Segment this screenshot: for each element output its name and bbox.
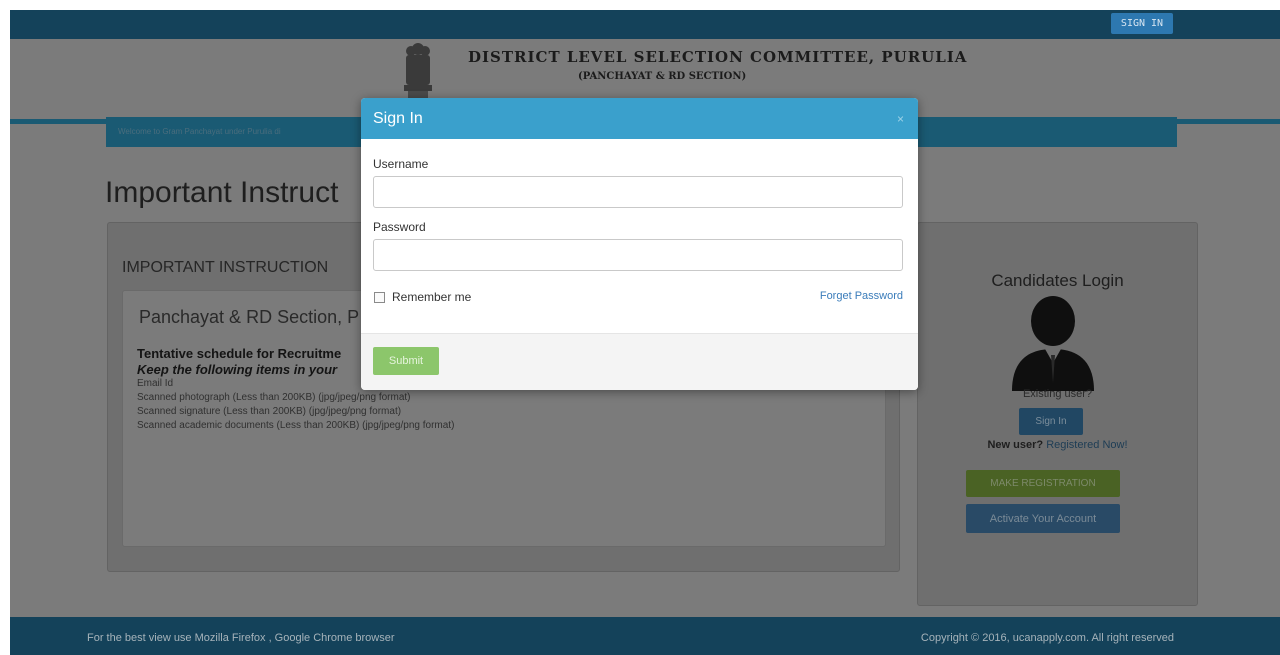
remember-me[interactable]: Remember me xyxy=(374,290,471,304)
top-bar: SIGN IN xyxy=(10,10,1280,39)
modal-header: Sign In × xyxy=(361,98,918,139)
footer: For the best view use Mozilla Firefox , … xyxy=(10,617,1280,655)
header-subtitle: (PANCHAYAT & RD SECTION) xyxy=(578,71,747,82)
candidates-login-title: Candidates Login xyxy=(991,271,1124,290)
instructions-subtitle: Panchayat & RD Section, P xyxy=(139,307,360,327)
password-input[interactable] xyxy=(373,239,903,271)
register-now-link[interactable]: Registered Now! xyxy=(1046,439,1127,451)
close-icon[interactable]: × xyxy=(897,112,904,126)
requirement-item: Scanned academic documents (Less than 20… xyxy=(137,420,455,431)
username-input[interactable] xyxy=(373,176,903,208)
user-avatar-icon xyxy=(1012,296,1094,391)
new-user-label: New user? xyxy=(987,439,1044,451)
remember-checkbox[interactable] xyxy=(374,291,385,303)
requirement-item: Scanned signature (Less than 200KB) (jpg… xyxy=(137,406,402,417)
make-registration-button[interactable]: MAKE REGISTRATION xyxy=(966,470,1120,497)
new-user-line: New user? Registered Now! xyxy=(918,439,1197,451)
password-label: Password xyxy=(373,220,426,234)
footer-browser-note: For the best view use Mozilla Firefox , … xyxy=(87,632,395,644)
signin-modal: Sign In × Username Password Remember me … xyxy=(361,98,918,390)
instructions-heading: IMPORTANT INSTRUCTION xyxy=(122,259,329,276)
modal-title: Sign In xyxy=(373,110,423,127)
page-title: Important Instruct xyxy=(105,176,339,209)
candidate-signin-button[interactable]: Sign In xyxy=(1019,408,1083,435)
activate-account-button[interactable]: Activate Your Account xyxy=(966,504,1120,533)
keep-items-text: Keep the following items in your xyxy=(137,362,338,377)
emblem-icon xyxy=(404,43,432,99)
schedule-text: Tentative schedule for Recruitme xyxy=(137,346,342,361)
requirement-item: Scanned photograph (Less than 200KB) (jp… xyxy=(137,392,411,403)
candidates-login-panel: Candidates Login Existing user? Sign In … xyxy=(917,222,1198,606)
header-title: DISTRICT LEVEL SELECTION COMMITTEE, PURU… xyxy=(468,48,968,66)
existing-user-label: Existing user? xyxy=(1022,388,1093,400)
forgot-password-link[interactable]: Forget Password xyxy=(820,290,903,302)
modal-footer: Submit xyxy=(361,334,918,390)
top-signin-button[interactable]: SIGN IN xyxy=(1111,13,1173,34)
footer-copyright: Copyright © 2016, ucanapply.com. All rig… xyxy=(920,632,1174,644)
remember-label: Remember me xyxy=(392,290,472,304)
username-label: Username xyxy=(373,157,429,171)
submit-button[interactable]: Submit xyxy=(373,347,439,375)
